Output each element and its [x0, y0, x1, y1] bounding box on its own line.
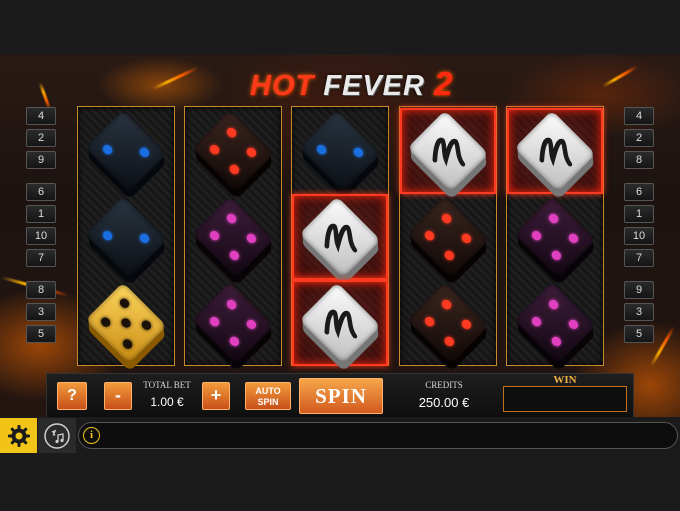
payline-indicator-left[interactable]: 9	[26, 151, 56, 169]
reel-2	[184, 106, 282, 366]
payline-indicator-right[interactable]: 5	[624, 325, 654, 343]
payline-indicator-right[interactable]: 2	[624, 129, 654, 147]
reel-symbol-cell	[78, 194, 174, 280]
red-die-icon	[407, 282, 489, 364]
reel-symbol-cell	[507, 280, 603, 366]
win-label: WIN	[553, 374, 577, 386]
credits-label: CREDITS	[425, 380, 463, 390]
reel-symbol-cell	[507, 108, 603, 194]
white-wild-die-icon	[299, 282, 381, 364]
total-bet-label: TOTAL BET	[143, 380, 191, 390]
payline-indicator-left[interactable]: 8	[26, 281, 56, 299]
decrease-bet-button[interactable]: -	[104, 382, 132, 410]
payline-indicator-left[interactable]: 6	[26, 183, 56, 201]
spin-button[interactable]: SPIN	[299, 378, 383, 414]
reel-symbol-cell	[292, 108, 388, 194]
game-logo: HOT FEVER 2	[250, 65, 452, 102]
wild-logo-icon	[324, 223, 358, 253]
win-amount-display	[503, 386, 627, 412]
reel-symbol-cell	[292, 280, 388, 366]
payline-indicator-left[interactable]: 4	[26, 107, 56, 125]
payline-indicator-left[interactable]: 1	[26, 205, 56, 223]
reel-symbol-cell	[400, 108, 496, 194]
white-wild-die-icon	[514, 110, 596, 192]
blue-die-icon	[299, 110, 381, 192]
reel-symbol-cell	[292, 194, 388, 280]
blue-die-icon	[85, 110, 167, 192]
total-bet-value: 1.00 €	[150, 395, 184, 409]
payline-indicator-left[interactable]: 10	[26, 227, 56, 245]
payline-indicator-right[interactable]: 9	[624, 281, 654, 299]
auto-spin-line1: AUTO	[255, 386, 281, 396]
reel-symbol-cell	[400, 194, 496, 280]
sound-fx-music-icon	[44, 422, 70, 449]
gear-icon	[7, 424, 30, 447]
slot-game-area: HOT FEVER 2 4 2 9 6 1 10 7 8 3 5 4 2 8 6 1 10 7 9 3 5 ? - …	[0, 55, 680, 417]
reel-symbol-cell	[185, 194, 281, 280]
reel-symbol-cell	[400, 280, 496, 366]
gold-die-icon	[85, 282, 167, 364]
auto-spin-button[interactable]: AUTO SPIN	[245, 382, 291, 410]
reel-5	[506, 106, 604, 366]
blue-die-icon	[85, 196, 167, 278]
logo-hot: HOT	[250, 70, 315, 102]
reel-1	[77, 106, 175, 366]
reel-symbol-cell	[507, 194, 603, 280]
lava-crack	[151, 66, 199, 91]
reel-symbol-cell	[185, 108, 281, 194]
pink-die-icon	[192, 282, 274, 364]
logo-two: 2	[434, 65, 454, 102]
payline-indicator-right[interactable]: 8	[624, 151, 654, 169]
white-wild-die-icon	[407, 110, 489, 192]
payline-indicator-right[interactable]: 3	[624, 303, 654, 321]
logo-fever: FEVER	[323, 70, 425, 102]
payline-indicator-left[interactable]: 5	[26, 325, 56, 343]
red-die-icon	[192, 110, 274, 192]
reel-3	[291, 106, 389, 366]
payline-indicator-right[interactable]: 1	[624, 205, 654, 223]
payline-indicator-right[interactable]: 7	[624, 249, 654, 267]
payline-indicator-right[interactable]: 10	[624, 227, 654, 245]
sound-button[interactable]	[38, 418, 76, 453]
payline-indicator-left[interactable]: 7	[26, 249, 56, 267]
wild-logo-icon	[432, 137, 466, 167]
auto-spin-line2: SPIN	[257, 397, 279, 407]
increase-bet-button[interactable]: +	[202, 382, 230, 410]
settings-button[interactable]	[0, 418, 37, 453]
bottom-bar: i	[0, 418, 680, 453]
reel-symbol-cell	[78, 108, 174, 194]
payline-indicator-left[interactable]: 2	[26, 129, 56, 147]
pink-die-icon	[514, 196, 596, 278]
info-icon[interactable]: i	[83, 427, 100, 444]
white-wild-die-icon	[299, 196, 381, 278]
pink-die-icon	[192, 196, 274, 278]
wild-logo-icon	[539, 137, 573, 167]
reel-symbol-cell	[78, 280, 174, 366]
payline-indicator-right[interactable]: 6	[624, 183, 654, 201]
message-bar: i	[78, 422, 678, 449]
red-die-icon	[407, 196, 489, 278]
reel-symbol-cell	[185, 280, 281, 366]
payline-indicator-right[interactable]: 4	[624, 107, 654, 125]
payline-indicator-left[interactable]: 3	[26, 303, 56, 321]
control-panel: ? - TOTAL BET 1.00 € + AUTO SPIN SPIN CR…	[46, 373, 634, 417]
game-window: HOT FEVER 2 4 2 9 6 1 10 7 8 3 5 4 2 8 6 1 10 7 9 3 5 ? - …	[0, 0, 680, 511]
reel-4	[399, 106, 497, 366]
help-button[interactable]: ?	[57, 382, 87, 410]
reels-grid	[77, 106, 604, 366]
pink-die-icon	[514, 282, 596, 364]
credits-value: 250.00 €	[418, 395, 470, 410]
lava-crack	[601, 65, 639, 88]
wild-logo-icon	[324, 309, 358, 339]
